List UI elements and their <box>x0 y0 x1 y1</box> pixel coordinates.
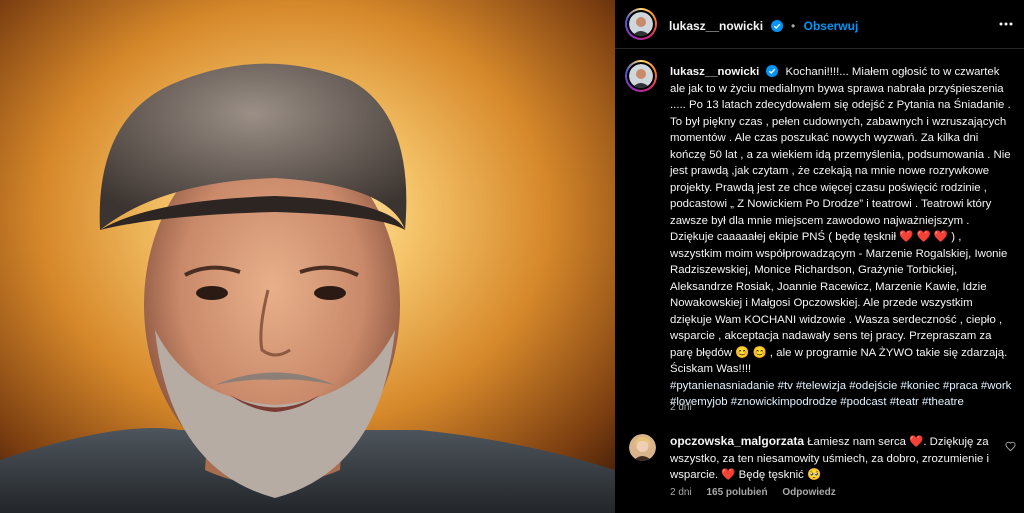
comment-text-start: Łamiesz nam serca <box>807 436 910 448</box>
post-timestamp[interactable]: 2 dni <box>670 402 692 413</box>
comment-timestamp[interactable]: 2 dni <box>670 487 692 498</box>
portrait-image <box>0 0 615 513</box>
comment-heart-emoji-2: ❤️ <box>721 469 736 481</box>
caption-author-username[interactable]: lukasz__nowicki <box>670 66 759 78</box>
author-avatar[interactable] <box>625 8 657 40</box>
verified-badge-icon <box>770 20 783 32</box>
more-options-icon[interactable] <box>998 16 1014 32</box>
avatar-image <box>629 12 653 36</box>
post-side-panel: lukasz__nowicki • Obserwuj lukasz__nowic… <box>615 0 1024 513</box>
reply-button[interactable]: Odpowiedz <box>782 487 835 498</box>
commenter-username[interactable]: opczowska_malgorzata <box>670 434 804 448</box>
caption-hashtags[interactable]: #pytanienasniadanie #tv #telewizja #odej… <box>670 378 1015 411</box>
caption-text: Kochani!!!!... Miałem ogłosić to w czwar… <box>670 66 1011 375</box>
caption-author-avatar[interactable] <box>625 60 657 92</box>
post-photo[interactable] <box>0 0 615 513</box>
comment-heart-emoji: ❤️ <box>909 436 924 448</box>
commenter-avatar-image <box>629 434 656 461</box>
post-caption: lukasz__nowicki Kochani!!!!... Miałem og… <box>670 64 1015 411</box>
comment-likes-count[interactable]: 165 polubień <box>706 487 767 498</box>
avatar-image <box>629 64 653 88</box>
comment-text-end: Będę tęsknić 🥺 <box>735 469 822 481</box>
verified-badge-icon <box>766 65 779 77</box>
comment-meta: 2 dni 165 polubień Odpowiedz <box>670 487 848 498</box>
follow-button[interactable]: Obserwuj <box>804 19 859 33</box>
heart-outline-icon[interactable] <box>1005 441 1016 452</box>
separator-dot: • <box>790 19 796 33</box>
commenter-avatar[interactable] <box>629 434 656 461</box>
comment-body: opczowska_malgorzata Łamiesz nam serca ❤… <box>670 433 1000 484</box>
author-username[interactable]: lukasz__nowicki <box>669 19 763 33</box>
post-header: lukasz__nowicki • Obserwuj <box>615 0 1024 49</box>
